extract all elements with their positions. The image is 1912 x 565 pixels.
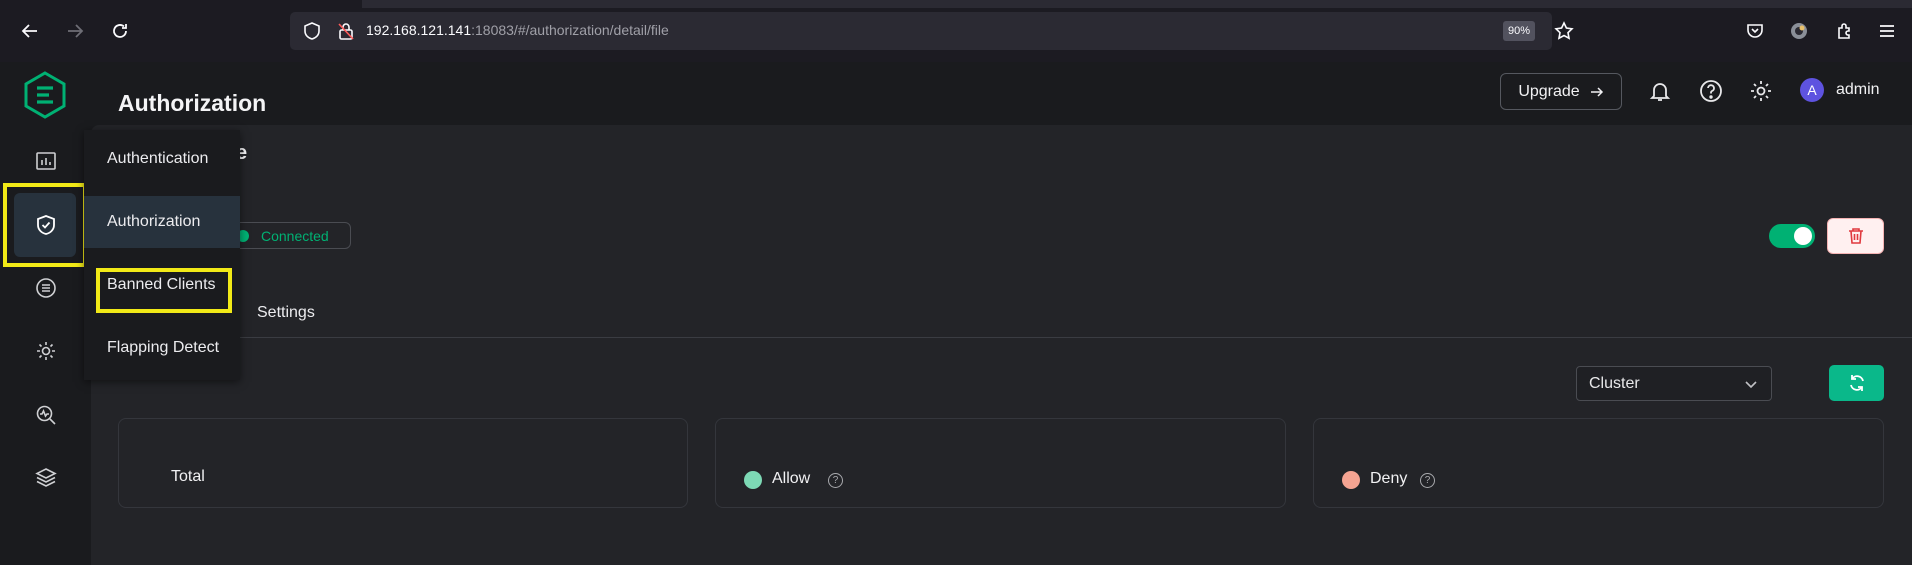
help-circle-icon[interactable]: ? — [828, 473, 843, 488]
forward-icon[interactable] — [60, 16, 90, 46]
refresh-icon — [1849, 375, 1864, 391]
submenu-item-authentication[interactable]: Authentication — [84, 133, 240, 185]
dashboard-icon — [36, 152, 56, 170]
refresh-button[interactable] — [1829, 365, 1884, 401]
hamburger-menu-icon[interactable] — [1875, 19, 1899, 43]
toggle-knob — [1794, 227, 1812, 245]
url-host: 192.168.121.141 — [366, 22, 472, 38]
layers-icon — [35, 468, 57, 487]
user-name: admin — [1836, 81, 1880, 98]
tab-divider — [91, 337, 1912, 338]
status-text: Connected — [261, 227, 329, 244]
card-allow: Allow ? — [715, 418, 1286, 508]
tracking-shield-icon[interactable] — [302, 21, 322, 41]
zoom-level-badge[interactable]: 90% — [1503, 21, 1535, 41]
reload-icon[interactable] — [105, 16, 135, 46]
card-deny-label: Deny — [1370, 470, 1408, 487]
tab-strip — [0, 0, 1912, 8]
insecure-lock-icon[interactable] — [336, 21, 356, 41]
emqx-logo-icon[interactable] — [22, 70, 68, 120]
submenu-item-flapping-detect[interactable]: Flapping Detect — [84, 322, 240, 374]
help-icon[interactable] — [1698, 78, 1724, 104]
chevron-down-icon — [1745, 381, 1757, 389]
card-deny: Deny ? — [1313, 418, 1884, 508]
gear-management-icon — [37, 342, 55, 360]
tab-strip-bg — [362, 0, 1912, 8]
avatar: A — [1800, 78, 1824, 102]
node-select-value: Cluster — [1589, 374, 1640, 392]
pocket-icon[interactable] — [1743, 19, 1767, 43]
integration-icon — [36, 278, 56, 298]
sidebar-item-diagnose[interactable] — [29, 398, 63, 432]
sidebar-item-dashboard[interactable] — [29, 144, 63, 178]
extension-avatar-icon[interactable] — [1787, 19, 1811, 43]
browser-toolbar: 192.168.121.141:18083/#/authorization/de… — [0, 0, 1912, 62]
node-select[interactable]: Cluster — [1576, 366, 1772, 401]
access-control-submenu: Authentication Authorization Banned Clie… — [84, 130, 240, 380]
upgrade-label: Upgrade — [1518, 82, 1580, 100]
extensions-puzzle-icon[interactable] — [1833, 19, 1857, 43]
arrow-right-icon — [1590, 86, 1603, 97]
upgrade-button[interactable]: Upgrade — [1500, 73, 1622, 110]
enable-toggle[interactable] — [1769, 224, 1815, 248]
tab-settings[interactable]: Settings — [257, 304, 315, 322]
diagnose-icon — [36, 405, 56, 425]
submenu-item-authorization[interactable]: Authorization — [84, 196, 240, 248]
deny-dot-icon — [1342, 471, 1360, 489]
status-badge: Connected — [226, 222, 351, 249]
help-circle-icon[interactable]: ? — [1420, 473, 1435, 488]
card-total-label: Total — [171, 468, 205, 485]
highlight-box-authorization — [96, 268, 232, 313]
back-icon[interactable] — [15, 16, 45, 46]
url-text[interactable]: 192.168.121.141:18083/#/authorization/de… — [366, 22, 669, 38]
bell-icon[interactable] — [1647, 78, 1673, 104]
user-menu[interactable]: A admin — [1800, 78, 1880, 102]
card-allow-label: Allow — [772, 470, 811, 487]
url-bar[interactable]: 192.168.121.141:18083/#/authorization/de… — [290, 12, 1574, 50]
sidebar-item-extensions[interactable] — [29, 460, 63, 494]
url-path: :18083/#/authorization/detail/file — [471, 22, 669, 38]
page-title: Authorization — [118, 90, 267, 116]
highlight-box-sidebar — [3, 183, 87, 267]
bookmark-star-icon[interactable] — [1554, 21, 1574, 41]
card-total: Total — [118, 418, 688, 508]
allow-dot-icon — [744, 471, 762, 489]
sidebar-item-management[interactable] — [29, 334, 63, 368]
settings-gear-icon[interactable] — [1748, 78, 1774, 104]
trash-icon — [1848, 228, 1863, 244]
delete-button[interactable] — [1827, 218, 1884, 254]
sidebar-item-integration[interactable] — [29, 271, 63, 305]
